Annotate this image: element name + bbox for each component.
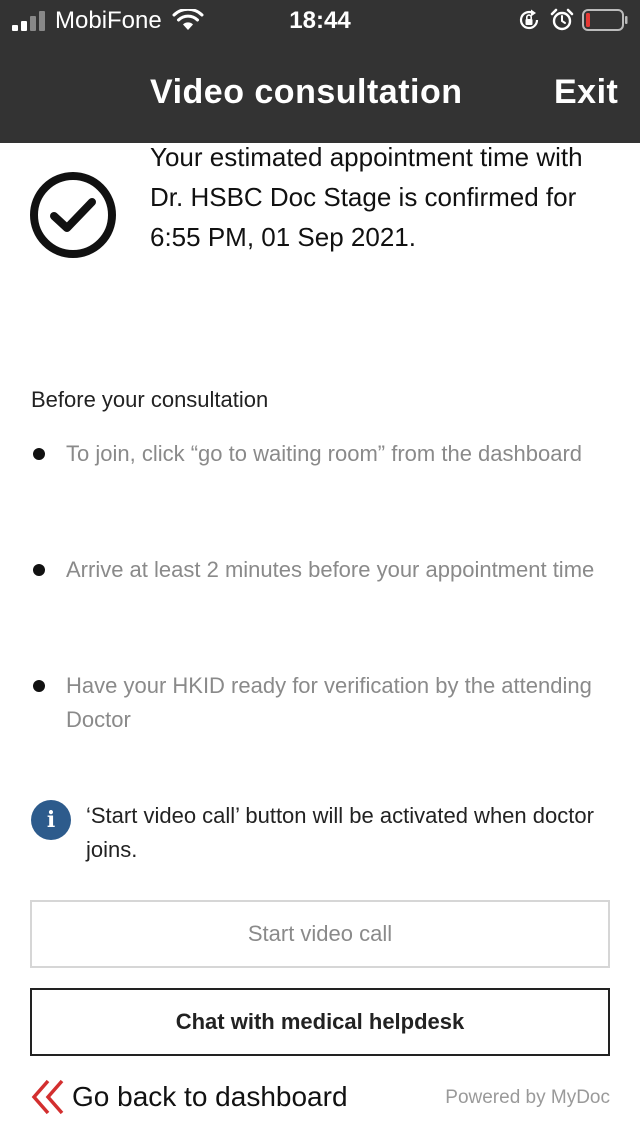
info-icon: i <box>31 800 71 840</box>
alarm-clock-icon <box>550 8 574 31</box>
status-bar: MobiFone 18:44 <box>0 0 640 40</box>
go-back-dashboard-link[interactable]: Go back to dashboard <box>72 1080 348 1114</box>
list-item-text: Have your HKID ready for verification by… <box>66 673 592 732</box>
start-video-call-button[interactable]: Start video call <box>30 900 610 968</box>
app-header: MobiFone 18:44 Video consultation Exit <box>0 0 640 143</box>
battery-icon <box>582 9 628 31</box>
list-item-text: To join, click “go to waiting room” from… <box>66 441 583 466</box>
bullet-dot-icon <box>33 680 45 692</box>
check-circle-icon <box>30 172 116 258</box>
bullet-dot-icon <box>33 448 45 460</box>
battery-level <box>586 13 590 27</box>
powered-by-text: Powered by MyDoc <box>445 1087 610 1108</box>
before-consultation-heading: Before your consultation <box>31 387 269 412</box>
bullet-dot-icon <box>33 564 45 576</box>
info-message: ‘Start video call’ button will be activa… <box>86 803 594 862</box>
page-title: Video consultation <box>150 73 463 111</box>
double-chevron-left-icon[interactable] <box>30 1078 66 1116</box>
list-item-text: Arrive at least 2 minutes before your ap… <box>66 557 595 582</box>
exit-button[interactable]: Exit <box>554 72 618 112</box>
status-time: 18:44 <box>289 7 351 34</box>
app-screen: MobiFone 18:44 Video consultation Exit Y… <box>0 0 640 1136</box>
chat-helpdesk-button[interactable]: Chat with medical helpdesk <box>30 988 610 1056</box>
rotation-lock-icon <box>519 9 539 30</box>
appointment-confirmation-text: Your estimated appointment time with Dr.… <box>150 142 583 252</box>
